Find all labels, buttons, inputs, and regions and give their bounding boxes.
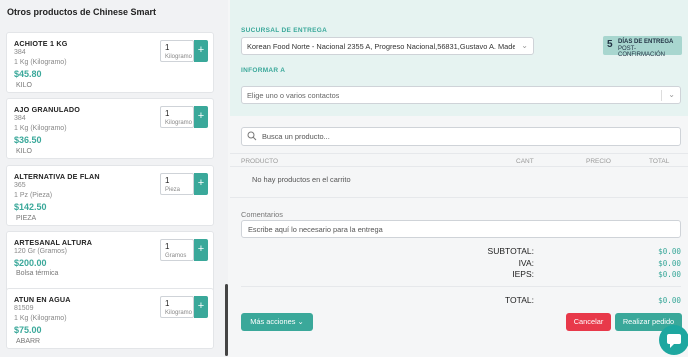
add-to-cart-button[interactable]: +: [194, 40, 208, 62]
product-search-input[interactable]: Busca un producto...: [241, 127, 681, 146]
delivery-days-number: 5: [607, 39, 613, 50]
divider: [230, 153, 688, 154]
add-to-cart-button[interactable]: +: [194, 173, 208, 195]
quantity-unit: Kilogramo: [165, 120, 193, 126]
branch-label: SUCURSAL DE ENTREGA: [241, 27, 328, 34]
product-name: ARTESANAL ALTURA: [14, 238, 93, 247]
cancel-button[interactable]: Cancelar: [566, 313, 611, 331]
chevron-down-icon: ⌄: [297, 317, 304, 326]
add-to-cart-button[interactable]: +: [194, 106, 208, 128]
product-presentation: Bolsa térmica: [16, 270, 59, 277]
delivery-days-label: DÍAS DE ENTREGA: [618, 39, 674, 45]
divider: [230, 166, 688, 167]
ieps-value: $0.00: [658, 270, 681, 279]
delivery-days-sublabel: POST-CONFIRMACIÓN: [618, 46, 665, 58]
empty-cart-message: No hay productos en el carrito: [252, 175, 351, 184]
comments-label: Comentarios: [241, 210, 283, 219]
product-name: AJO GRANULADO: [14, 105, 81, 114]
inform-label: INFORMAR A: [241, 67, 286, 74]
quantity-value: 1: [165, 109, 170, 118]
quantity-input[interactable]: 1 Gramos: [160, 239, 194, 261]
quantity-value: 1: [165, 242, 170, 251]
column-header-product: PRODUCTO: [241, 158, 279, 165]
product-name: ACHIOTE 1 KG: [14, 39, 68, 48]
product-presentation: PIEZA: [16, 215, 37, 222]
quantity-input[interactable]: 1 Kilogramo: [160, 40, 194, 62]
product-unit: 1 Kg (Kilogramo): [14, 315, 67, 322]
product-card: AJO GRANULADO 384 1 Kg (Kilogramo) $36.5…: [6, 98, 214, 159]
more-actions-button[interactable]: Más acciones ⌄: [241, 313, 313, 331]
product-code: 384: [14, 115, 26, 122]
product-presentation: KILO: [16, 82, 32, 89]
chat-icon: [667, 334, 681, 348]
search-placeholder: Busca un producto...: [262, 132, 330, 141]
quantity-unit: Kilogramo: [165, 310, 193, 316]
product-code: 120 Gr (Gramos): [14, 248, 67, 255]
comments-placeholder: Escribe aquí lo necesario para la entreg…: [248, 225, 383, 234]
product-code: 81509: [14, 305, 34, 312]
chevron-down-icon: ⌄: [521, 41, 528, 50]
product-unit: 1 Pz (Pieza): [14, 192, 53, 199]
product-name: ALTERNATIVA DE FLAN: [14, 172, 100, 181]
panel-title: Otros productos de Chinese Smart: [7, 7, 157, 17]
product-code: 384: [14, 49, 26, 56]
select-divider: [661, 90, 662, 101]
iva-label: IVA:: [518, 258, 534, 268]
divider: [241, 286, 681, 287]
order-panel: SUCURSAL DE ENTREGA Korean Food Norte - …: [230, 0, 688, 357]
quantity-unit: Pieza: [165, 187, 181, 193]
contacts-select[interactable]: Elige uno o varios contactos ⌄: [241, 86, 681, 104]
add-to-cart-button[interactable]: +: [194, 239, 208, 261]
product-code: 365: [14, 182, 26, 189]
quantity-unit: Gramos: [165, 253, 187, 259]
iva-value: $0.00: [658, 259, 681, 268]
quantity-input[interactable]: 1 Pieza: [160, 173, 194, 195]
scrollbar[interactable]: [225, 284, 228, 356]
subtotal-label: SUBTOTAL:: [487, 246, 534, 256]
quantity-value: 1: [165, 176, 170, 185]
product-price: $142.50: [14, 202, 47, 212]
quantity-value: 1: [165, 43, 170, 52]
column-header-total: TOTAL: [649, 158, 670, 165]
delivery-section: SUCURSAL DE ENTREGA Korean Food Norte - …: [230, 0, 688, 116]
total-label: TOTAL:: [505, 295, 534, 305]
branch-select[interactable]: Korean Food Norte - Nacional 2355 A, Pro…: [241, 37, 534, 55]
product-card: ARTESANAL ALTURA 120 Gr (Gramos) $200.00…: [6, 231, 214, 292]
product-price: $36.50: [14, 135, 42, 145]
product-price: $45.80: [14, 69, 42, 79]
more-actions-label: Más acciones: [250, 317, 296, 326]
column-header-price: PRECIO: [586, 158, 611, 165]
comments-input[interactable]: Escribe aquí lo necesario para la entreg…: [241, 220, 681, 238]
quantity-value: 1: [165, 299, 170, 308]
quantity-input[interactable]: 1 Kilogramo: [160, 106, 194, 128]
product-unit: 1 Kg (Kilogramo): [14, 59, 67, 66]
add-to-cart-button[interactable]: +: [194, 296, 208, 318]
chevron-down-icon: ⌄: [668, 90, 675, 99]
product-list-panel: Otros productos de Chinese Smart ACHIOTE…: [0, 0, 228, 357]
total-value: $0.00: [658, 296, 681, 305]
subtotal-value: $0.00: [658, 247, 681, 256]
product-presentation: ABARR: [16, 338, 41, 345]
product-price: $200.00: [14, 258, 47, 268]
product-price: $75.00: [14, 325, 42, 335]
divider: [230, 197, 688, 198]
product-card: ACHIOTE 1 KG 384 1 Kg (Kilogramo) $45.80…: [6, 32, 214, 93]
product-card: ALTERNATIVA DE FLAN 365 1 Pz (Pieza) $14…: [6, 165, 214, 226]
chat-button[interactable]: [659, 325, 688, 355]
quantity-input[interactable]: 1 Kilogramo: [160, 296, 194, 318]
product-unit: 1 Kg (Kilogramo): [14, 125, 67, 132]
product-presentation: KILO: [16, 148, 32, 155]
quantity-unit: Kilogramo: [165, 54, 193, 60]
branch-value: Korean Food Norte - Nacional 2355 A, Pro…: [247, 42, 515, 51]
column-header-qty: CANT: [516, 158, 534, 165]
product-card: ATUN EN AGUA 81509 1 Kg (Kilogramo) $75.…: [6, 288, 214, 349]
ieps-label: IEPS:: [512, 269, 534, 279]
delivery-days-badge: 5 DÍAS DE ENTREGA POST-CONFIRMACIÓN: [603, 36, 682, 58]
contacts-placeholder: Elige uno o varios contactos: [247, 91, 340, 100]
product-name: ATUN EN AGUA: [14, 295, 71, 304]
search-icon: [247, 131, 257, 141]
